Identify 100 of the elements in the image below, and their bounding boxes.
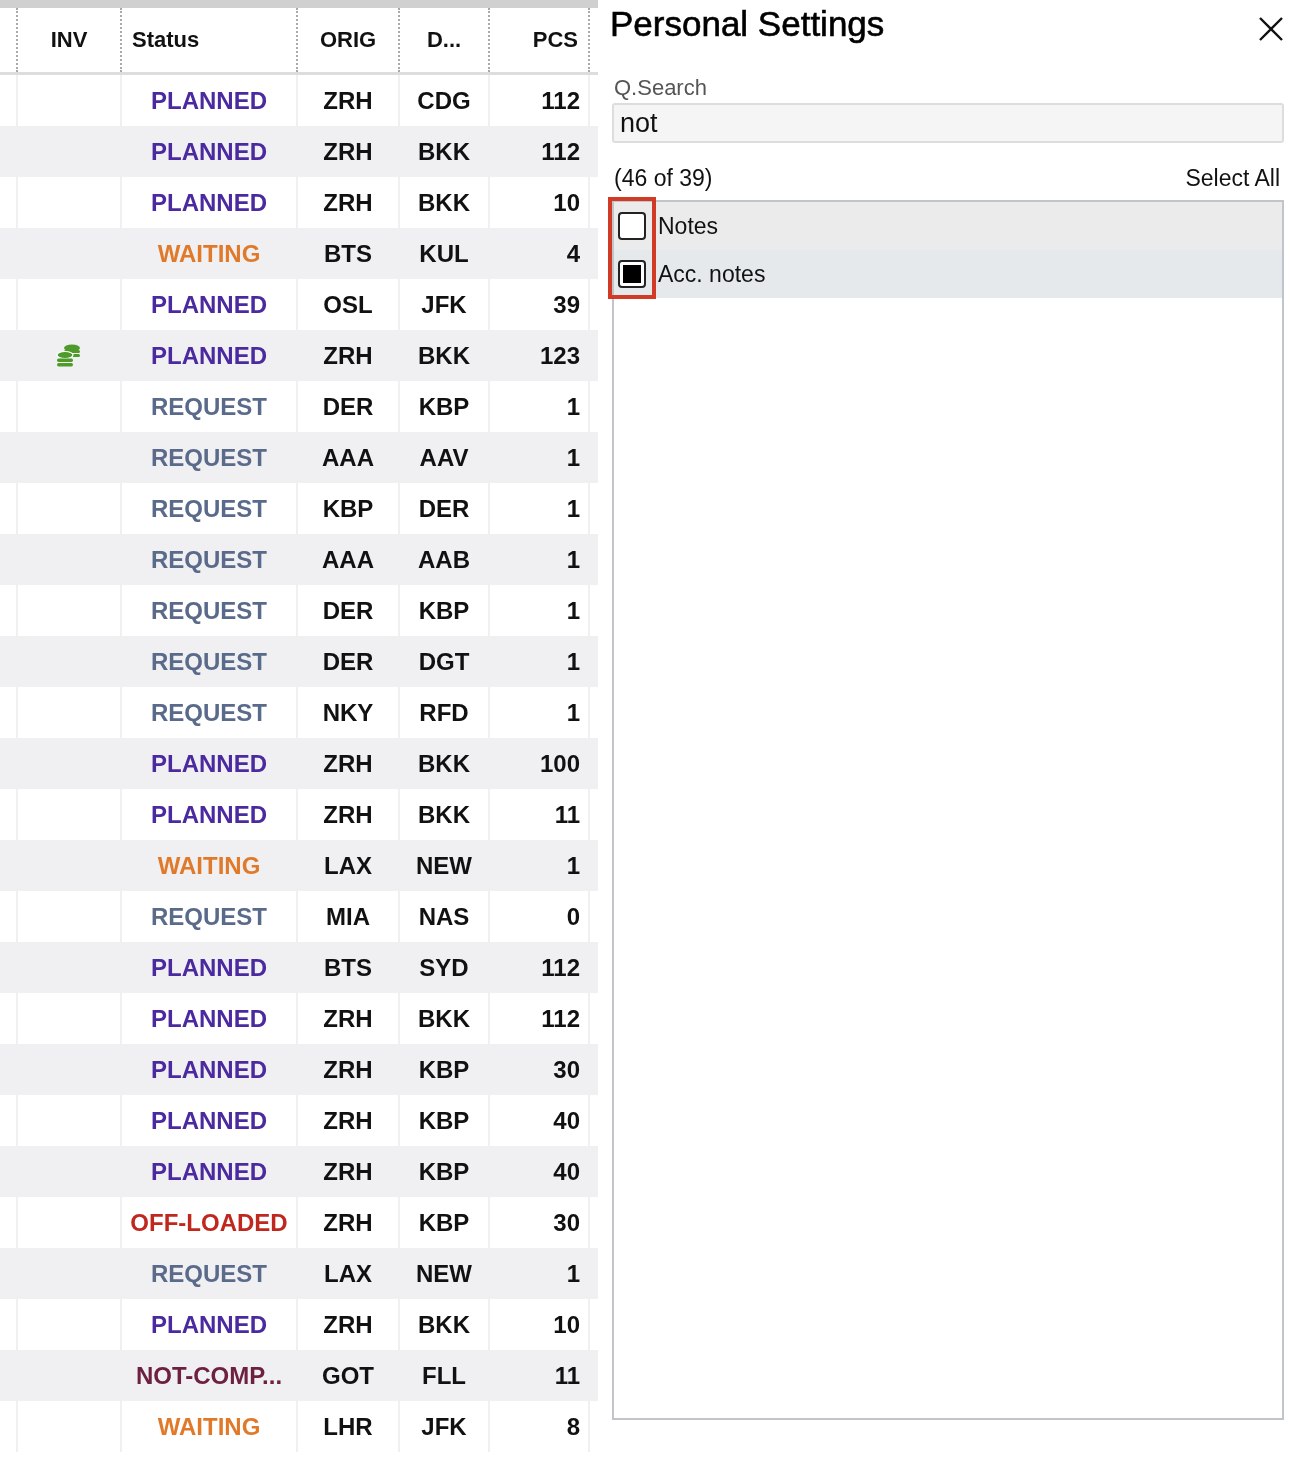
table-cell: LAX (324, 851, 372, 880)
table-cell: ZRH (323, 1004, 373, 1033)
table-cell: 112 (541, 137, 580, 166)
status-text: REQUEST (151, 698, 267, 727)
table-cell: 39 (553, 290, 580, 319)
status-text: PLANNED (151, 953, 267, 982)
table-cell: 112 (541, 86, 580, 115)
table-cell: KBP (322, 494, 374, 523)
table-cell: ZRH (323, 1055, 373, 1084)
status-text: PLANNED (151, 188, 267, 217)
table-cell: FLL (422, 1361, 466, 1390)
table-cell: 123 (539, 341, 580, 370)
table-cell: BTS (324, 953, 372, 982)
table-cell: 1 (566, 545, 580, 574)
table-cell: 100 (539, 749, 580, 778)
table-cell: 1 (566, 494, 580, 523)
select-all-link[interactable]: Select All (1185, 165, 1280, 192)
table-cell: KBP (418, 1106, 470, 1135)
table-cell: ZRH (323, 137, 373, 166)
status-text: PLANNED (151, 1004, 267, 1033)
table-cell: BKK (418, 341, 470, 370)
status-text: PLANNED (151, 1310, 267, 1339)
table-cell: AAA (322, 545, 374, 574)
status-text: WAITING (157, 239, 261, 268)
search-field[interactable]: not (612, 103, 1284, 143)
table-cell: ZRH (323, 188, 373, 217)
status-text: REQUEST (151, 545, 267, 574)
item-label[interactable]: Notes (658, 212, 719, 240)
table-cell: 40 (553, 1157, 580, 1186)
status-text: WAITING (157, 1412, 261, 1441)
table-cell: AAV (419, 443, 469, 472)
status-text: REQUEST (151, 647, 267, 676)
table-cell: KBP (418, 1157, 470, 1186)
checkbox[interactable] (618, 260, 646, 288)
status-text: OFF-LOADED (130, 1208, 288, 1237)
table-cell: KBP (418, 1208, 470, 1237)
table-cell: BKK (418, 749, 470, 778)
status-text: PLANNED (151, 1055, 267, 1084)
table-cell: KBP (418, 1055, 470, 1084)
status-text: PLANNED (151, 749, 267, 778)
status-text: PLANNED (151, 1157, 267, 1186)
table-cell: 1 (566, 647, 580, 676)
table-cell: 112 (541, 1004, 580, 1033)
table-cell: ZRH (323, 1157, 373, 1186)
column-header[interactable]: INV (40, 27, 98, 53)
panel-title: Personal Settings (610, 4, 885, 44)
column-header[interactable]: Status (122, 27, 210, 53)
table-cell: 30 (553, 1208, 580, 1237)
table-cell: 1 (566, 443, 580, 472)
table-cell: ZRH (323, 1310, 373, 1339)
table-cell: DER (418, 494, 470, 523)
table-cell: BKK (418, 137, 470, 166)
table-cell: ZRH (323, 86, 373, 115)
table-cell: CDG (417, 86, 471, 115)
item-label[interactable]: Acc. notes (658, 260, 766, 288)
status-text: PLANNED (151, 1106, 267, 1135)
table-cell: KUL (419, 239, 469, 268)
table-cell: NKY (322, 698, 374, 727)
checkbox[interactable] (618, 212, 646, 240)
table-cell: DER (322, 596, 374, 625)
status-text: REQUEST (151, 596, 267, 625)
table-cell: SYD (419, 953, 469, 982)
table-cell: ZRH (323, 1208, 373, 1237)
table-cell: AAB (418, 545, 470, 574)
column-header[interactable]: ORIG (309, 27, 387, 53)
table-cell: 0 (566, 902, 580, 931)
status-text: PLANNED (151, 341, 267, 370)
column-header[interactable]: D... (416, 27, 472, 53)
table-cell: 10 (553, 188, 580, 217)
table-cell: 1 (566, 851, 580, 880)
table-cell: ZRH (323, 749, 373, 778)
table-cell: DGT (418, 647, 470, 676)
table-cell: ZRH (323, 1106, 373, 1135)
table-cell: JFK (421, 1412, 467, 1441)
status-text: PLANNED (151, 86, 267, 115)
table-cell: DER (322, 392, 374, 421)
table-cell: JFK (421, 290, 467, 319)
status-text: PLANNED (151, 800, 267, 829)
field-label: Q.Search (614, 75, 708, 101)
table-cell: 10 (553, 1310, 580, 1339)
table-cell: 8 (566, 1412, 580, 1441)
status-text: REQUEST (151, 1259, 267, 1288)
status-text: REQUEST (151, 443, 267, 472)
table-cell: 11 (554, 800, 580, 829)
count-text: (46 of 39) (614, 165, 713, 192)
table-cell: BTS (324, 239, 372, 268)
table-cell: BKK (418, 1310, 470, 1339)
table-cell: GOT (322, 1361, 374, 1390)
status-text: WAITING (157, 851, 261, 880)
table-cell: NEW (416, 1259, 472, 1288)
table-cell: 11 (554, 1361, 580, 1390)
table-cell: MIA (326, 902, 370, 931)
table-cell: 112 (541, 953, 580, 982)
table-cell: LAX (324, 1259, 372, 1288)
table-cell: OSL (323, 290, 373, 319)
status-text: REQUEST (151, 902, 267, 931)
table-cell: 1 (566, 1259, 580, 1288)
column-header[interactable]: PCS (522, 27, 588, 53)
table-cell: 40 (553, 1106, 580, 1135)
table-cell: 4 (566, 239, 580, 268)
